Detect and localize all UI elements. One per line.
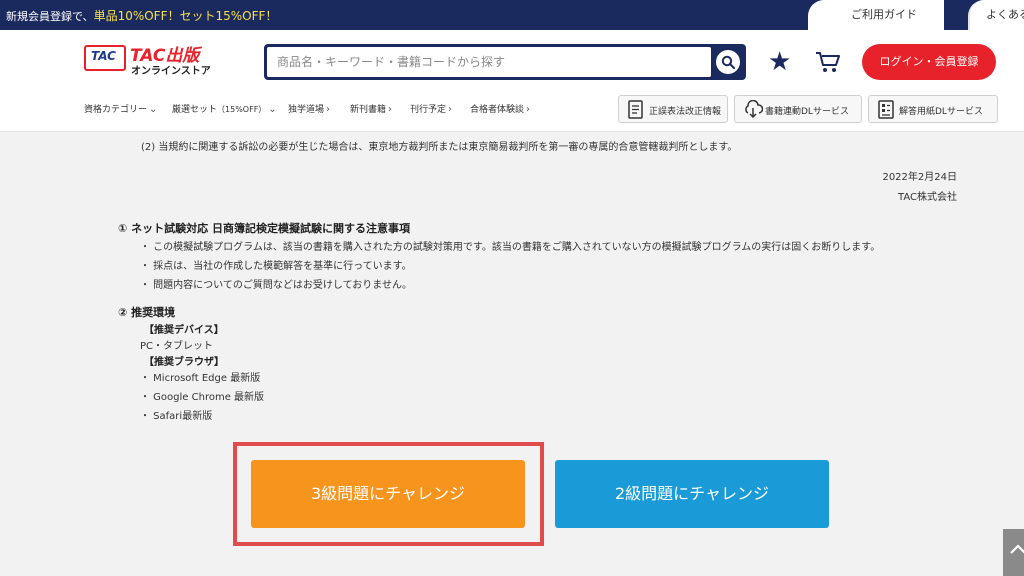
promo-highlight: 単品10%OFF！セット15%OFF！ [93,9,278,23]
browser-heading: 【推奨ブラウザ】 [144,357,224,368]
chevron-right-icon: › [388,104,393,115]
search-icon [721,55,735,69]
device-value: PC・タブレット [140,341,214,352]
nav-item-categories[interactable]: 資格カテゴリー ⌄ [84,102,157,115]
answer-sheet-service-button[interactable]: 解答用紙DLサービス [868,95,998,123]
nav-item-upcoming[interactable]: 刊行予定 › [410,102,452,115]
nav-label: 合格者体験談 [470,105,525,115]
announcement-bar: 新規会員登録で、単品10%OFF！セット15%OFF！ ご利用ガイド よくある [0,0,1024,30]
company-name: TAC株式会社 [898,192,957,203]
login-register-button[interactable]: ログイン・会員登録 [862,44,996,80]
notice-item: ・ 採点は、当社の作成した模範解答を基準に行っています。 [140,261,412,272]
answer-sheet-icon [878,100,894,119]
promo-prefix: 新規会員登録で、 [6,10,94,23]
chevron-down-icon: ⌄ [149,104,158,115]
service-label: 解答用紙DLサービス [899,107,983,117]
nav-item-self-study[interactable]: 独学道場 › [288,102,330,115]
jurisdiction-clause: (2) 当規約に関連する訴訟の必要が生じた場合は、東京地方裁判所または東京簡易裁… [141,142,738,153]
nav-item-sets[interactable]: 厳選セット（15%OFF） ⌄ [172,102,277,115]
browser-item: ・ Safari最新版 [140,411,213,422]
tac-logo[interactable]: TAC TAC出版 オンラインストア [84,42,214,78]
chevron-down-icon: ⌄ [268,104,277,115]
browser-item: ・ Microsoft Edge 最新版 [140,373,261,384]
main-content: (2) 当規約に関連する訴訟の必要が生じた場合は、東京地方裁判所または東京簡易裁… [0,132,1024,576]
nav-label: 厳選セット [172,105,218,115]
nav-item-testimonials[interactable]: 合格者体験談 › [470,102,530,115]
nav-label: 刊行予定 [410,105,447,115]
logo-subtitle: オンラインストア [131,66,211,77]
service-label: 書籍連動DLサービス [765,107,849,117]
search-input[interactable] [267,47,711,77]
nav-label: 新刊書籍 [350,105,387,115]
level3-challenge-button[interactable]: 3級問題にチャレンジ [251,460,525,528]
nav-label: 独学道場 [288,105,325,115]
errata-service-button[interactable]: 正誤表法改正情報 [618,95,728,123]
terms-date: 2022年2月24日 [882,172,957,183]
chevron-right-icon: › [526,104,531,115]
search-button[interactable] [716,50,740,74]
logo-mark: TAC [84,45,126,71]
nav-item-new-books[interactable]: 新刊書籍 › [350,102,392,115]
promo-text: 新規会員登録で、単品10%OFF！セット15%OFF！ [6,7,277,24]
section-notice-title: ① ネット試験対応 日商簿記検定模擬試験に関する注意事項 [118,222,410,235]
back-to-top-button[interactable] [1003,529,1024,576]
chevron-up-icon [1010,544,1024,554]
document-list-icon [628,100,643,119]
nav-label-discount: （15%OFF） [217,105,267,114]
star-icon[interactable]: ★ [768,48,791,76]
notice-item: ・ 問題内容についてのご質問などはお受けしておりません。 [140,280,412,291]
site-header: TAC TAC出版 オンラインストア ★ ログイン・会員登録 資格カテゴリー⌄ … [0,30,1024,132]
section-environment-title: ② 推奨環境 [118,306,176,319]
cloud-download-icon [745,100,763,119]
service-label: 正誤表法改正情報 [649,107,722,117]
search-bar [264,44,746,80]
cart-icon[interactable] [815,50,841,74]
chevron-right-icon: › [448,104,453,115]
guide-link[interactable]: ご利用ガイド [808,0,944,30]
device-heading: 【推奨デバイス】 [144,325,224,336]
nav-label: 資格カテゴリー [84,105,148,115]
chevron-right-icon: › [326,104,331,115]
logo-mark-text: TAC [91,49,116,63]
notice-item: ・ この模擬試験プログラムは、該当の書籍を購入された方の試験対策用です。該当の書… [140,242,881,253]
browser-item: ・ Google Chrome 最新版 [140,392,265,403]
book-download-service-button[interactable]: 書籍連動DLサービス [734,95,862,123]
level2-challenge-button[interactable]: 2級問題にチャレンジ [555,460,829,528]
faq-link[interactable]: よくある [968,0,1024,30]
